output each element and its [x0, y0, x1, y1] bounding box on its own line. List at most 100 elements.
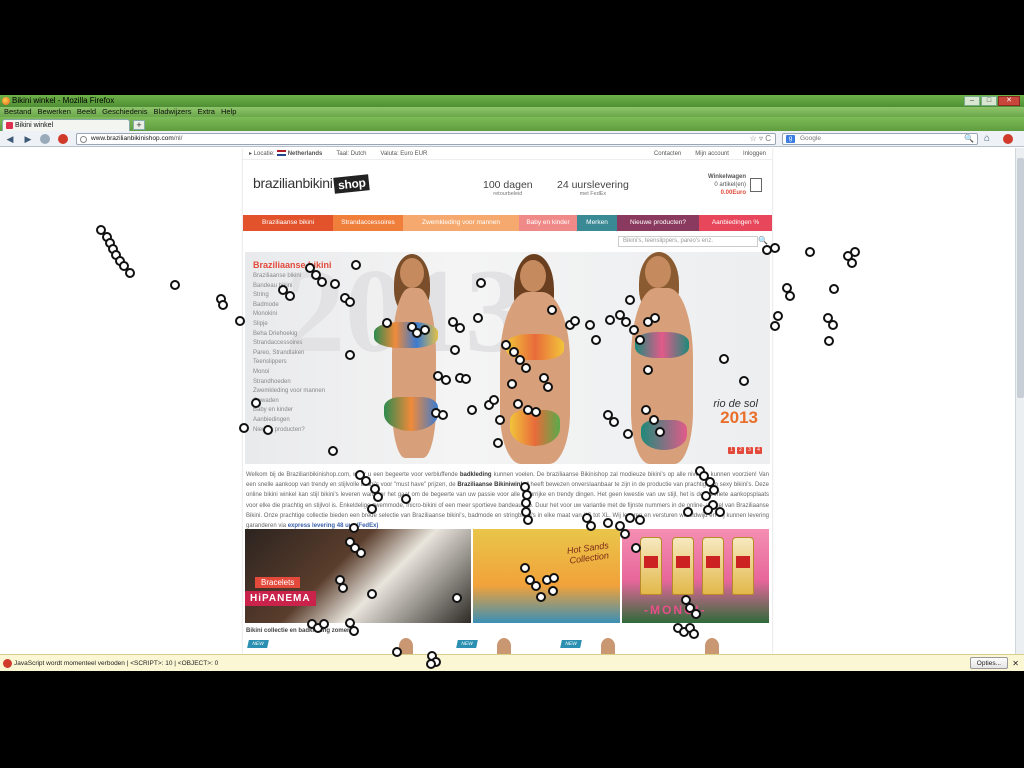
nav-nieuwe-producten[interactable]: Nieuwe producten? — [617, 215, 699, 231]
side-menu-item[interactable]: Baby en kinder — [253, 406, 332, 416]
account-link[interactable]: Mijn account — [695, 148, 729, 160]
slide-dot-4[interactable]: 4 — [755, 447, 762, 454]
usp-subtitle: retourbeleid — [493, 191, 523, 197]
hotsands-logo: Hot Sands Collection — [566, 540, 610, 566]
back-button[interactable]: ◀ — [4, 133, 16, 145]
slide-dot-2[interactable]: 2 — [737, 447, 744, 454]
nl-flag-icon — [276, 150, 286, 156]
gaze-point — [629, 325, 639, 335]
gaze-point — [549, 573, 559, 583]
gaze-point — [467, 405, 477, 415]
product-thumb[interactable] — [705, 638, 719, 654]
nav-strandaccessoires[interactable]: Strandaccessoires — [333, 215, 403, 231]
options-button[interactable]: Opties... — [969, 657, 1008, 669]
menu-bewerken[interactable]: Bewerken — [38, 107, 71, 117]
menu-help[interactable]: Help — [221, 107, 236, 117]
product-thumb[interactable] — [601, 638, 615, 654]
new-badge: NEW — [247, 640, 269, 648]
side-menu-item[interactable]: Zwemkleding voor mannen — [253, 387, 332, 397]
side-menu-item[interactable]: Strandaccessoires — [253, 339, 332, 349]
gaze-point — [317, 277, 327, 287]
nav-braziliaanse-bikini[interactable]: Braziliaanse bikini — [243, 215, 333, 231]
search-icon[interactable]: 🔍 — [964, 134, 974, 144]
noscript-icon[interactable] — [58, 134, 68, 144]
gaze-point — [762, 245, 772, 255]
nav-zwemkleding-mannen[interactable]: Zwemkleding voor mannen — [403, 215, 519, 231]
menu-bestand[interactable]: Bestand — [4, 107, 32, 117]
abp-icon[interactable] — [1003, 134, 1013, 144]
search-input[interactable]: g Google 🔍 — [782, 133, 978, 145]
gaze-point — [605, 315, 615, 325]
language-selector[interactable]: Taal: Dutch — [336, 148, 366, 160]
new-tab-button[interactable]: + — [133, 120, 145, 130]
side-menu-item[interactable]: Gewaden — [253, 397, 332, 407]
side-menu-item[interactable]: Monoi — [253, 368, 332, 378]
menu-bladwijzers[interactable]: Bladwijzers — [154, 107, 192, 117]
side-menu-item[interactable]: Monokini — [253, 310, 332, 320]
gaze-point — [635, 515, 645, 525]
gaze-point — [625, 513, 635, 523]
forward-button[interactable]: ▶ — [22, 133, 34, 145]
side-menu-item[interactable]: Pareo, Strandlaken — [253, 349, 332, 359]
site-search-input[interactable]: Bikini's, teenslippers, pareo's enz. — [618, 236, 758, 247]
gaze-point — [367, 504, 377, 514]
gaze-point — [625, 295, 635, 305]
scrollbar-thumb[interactable] — [1017, 158, 1024, 398]
url-bar[interactable]: www.brazilianbikinishop.com/nl/ ☆ ▿ C — [76, 133, 776, 145]
home-icon[interactable]: ⌂ — [984, 133, 990, 145]
menu-geschiedenis[interactable]: Geschiedenis — [102, 107, 147, 117]
gaze-point — [631, 543, 641, 553]
category-nav: Braziliaanse bikini Strandaccessoires Zw… — [243, 215, 772, 231]
gaze-point — [785, 291, 795, 301]
side-menu-item[interactable]: Beha Driehoekig — [253, 330, 332, 340]
gaze-point — [349, 626, 359, 636]
nav-aanbiedingen[interactable]: Aanbiedingen % — [699, 215, 772, 231]
usp-delivery: 24 uurslevering met FedEx — [557, 179, 629, 197]
side-menu-item[interactable]: Aanbiedingen — [253, 416, 332, 426]
location-selector[interactable]: ▸ Locatie: Netherlands — [249, 148, 322, 160]
currency-selector[interactable]: Valuta: Euro EUR — [380, 148, 427, 160]
side-menu-item[interactable]: Teenslippers — [253, 358, 332, 368]
side-menu-item[interactable]: Badmode — [253, 301, 332, 311]
brand-year: 2013 — [720, 408, 758, 427]
product-thumb[interactable] — [497, 638, 511, 654]
nav-merken[interactable]: Merken — [577, 215, 617, 231]
tab-bikini-winkel[interactable]: Bikini winkel — [2, 119, 130, 131]
menu-bar: Bestand Bewerken Beeld Geschiedenis Blad… — [0, 107, 1024, 117]
google-icon[interactable]: g — [786, 135, 795, 143]
gaze-point — [591, 335, 601, 345]
close-notification-icon[interactable]: ✕ — [1012, 655, 1019, 671]
vertical-scrollbar[interactable] — [1015, 148, 1024, 654]
contact-link[interactable]: Contacten — [654, 148, 681, 160]
menu-beeld[interactable]: Beeld — [77, 107, 96, 117]
gaze-point — [655, 427, 665, 437]
top-strip: ▸ Locatie: Netherlands Taal: Dutch Valuta… — [243, 148, 772, 160]
side-menu-title[interactable]: Braziliaanse bikini — [253, 258, 332, 272]
close-button[interactable]: ✕ — [998, 96, 1020, 106]
addon-icon[interactable] — [40, 134, 50, 144]
gaze-point — [531, 407, 541, 417]
minimize-button[interactable]: – — [964, 96, 980, 106]
menu-extra[interactable]: Extra — [197, 107, 215, 117]
slide-dot-3[interactable]: 3 — [746, 447, 753, 454]
web-page: ▸ Locatie: Netherlands Taal: Dutch Valuta… — [243, 148, 772, 654]
side-menu-item[interactable]: Slipje — [253, 320, 332, 330]
cart-summary[interactable]: Winkelwagen 0 artikel(en) 0.00Euro — [708, 173, 746, 197]
gaze-point — [218, 300, 228, 310]
gaze-point — [239, 423, 249, 433]
new-badge: NEW — [560, 640, 582, 648]
intro-text: Welkom bij de Brazilianbikinishop.com, w… — [246, 472, 769, 530]
side-menu-item[interactable]: Strandhoeden — [253, 378, 332, 388]
cart-icon[interactable] — [750, 178, 762, 192]
gaze-point — [523, 515, 533, 525]
new-badge: NEW — [456, 640, 478, 648]
globe-icon — [80, 136, 87, 143]
url-actions[interactable]: ☆ ▿ C — [750, 134, 771, 144]
login-link[interactable]: Inloggen — [743, 148, 766, 160]
site-logo[interactable]: brazilianbikini shop — [253, 174, 370, 194]
slide-dot-1[interactable]: 1 — [728, 447, 735, 454]
usp-title: 100 dagen — [483, 179, 533, 191]
maximize-button[interactable]: □ — [981, 96, 997, 106]
site-search-icon[interactable]: 🔍 — [758, 236, 768, 245]
nav-baby-kinder[interactable]: Baby en kinder — [519, 215, 577, 231]
